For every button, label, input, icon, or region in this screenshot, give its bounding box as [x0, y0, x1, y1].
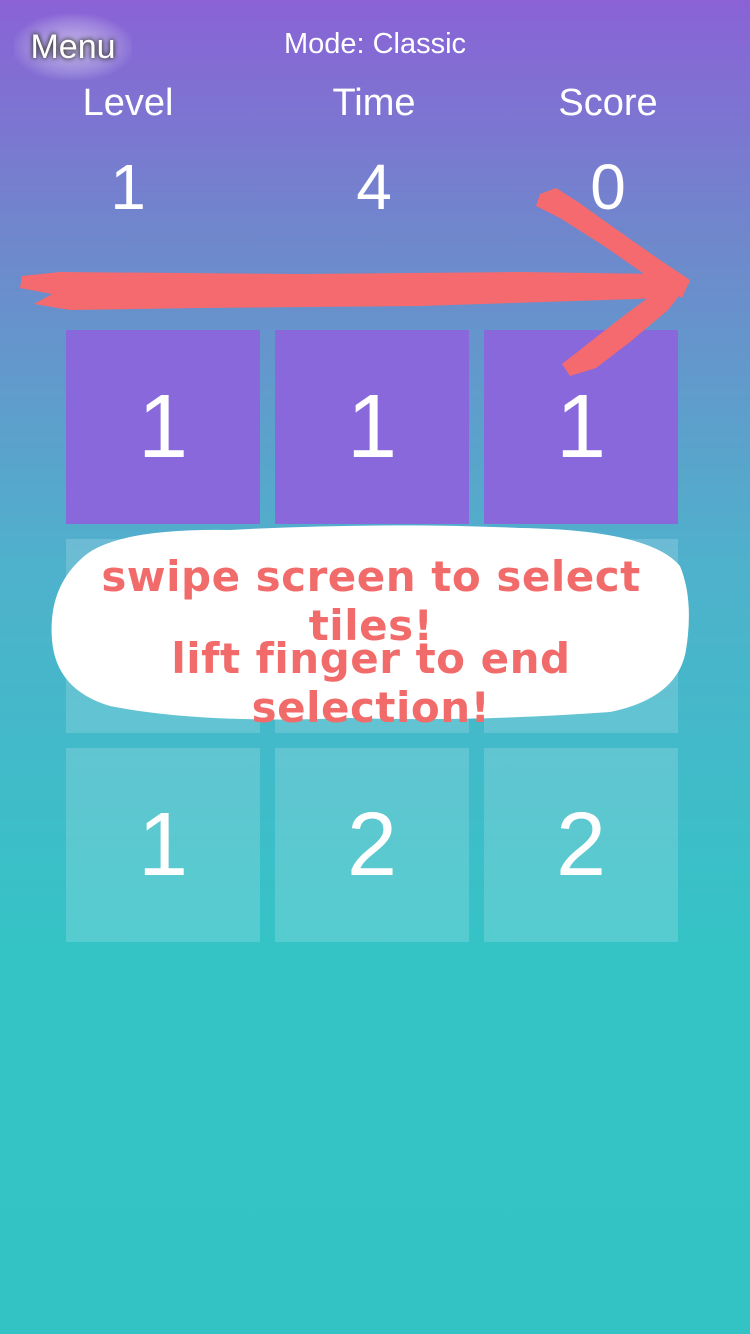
mode-label: Mode: Classic [283, 28, 467, 60]
level-value: 1 [110, 151, 146, 223]
time-value: 4 [356, 151, 392, 223]
time-label: Time [332, 82, 416, 124]
tile[interactable]: 1 [484, 330, 678, 524]
tile[interactable]: 2 [275, 748, 469, 942]
level-label: Level [82, 82, 174, 124]
tile[interactable]: 1 [66, 330, 260, 524]
tile[interactable]: 1 [66, 748, 260, 942]
score-label: Score [558, 82, 658, 124]
tutorial-bubble: swipe screen to select tiles! lift finge… [50, 520, 692, 732]
tutorial-line-2: lift finger to end selection! [171, 634, 571, 732]
tile[interactable]: 1 [275, 330, 469, 524]
tile[interactable]: 2 [484, 748, 678, 942]
score-value: 0 [590, 151, 626, 223]
